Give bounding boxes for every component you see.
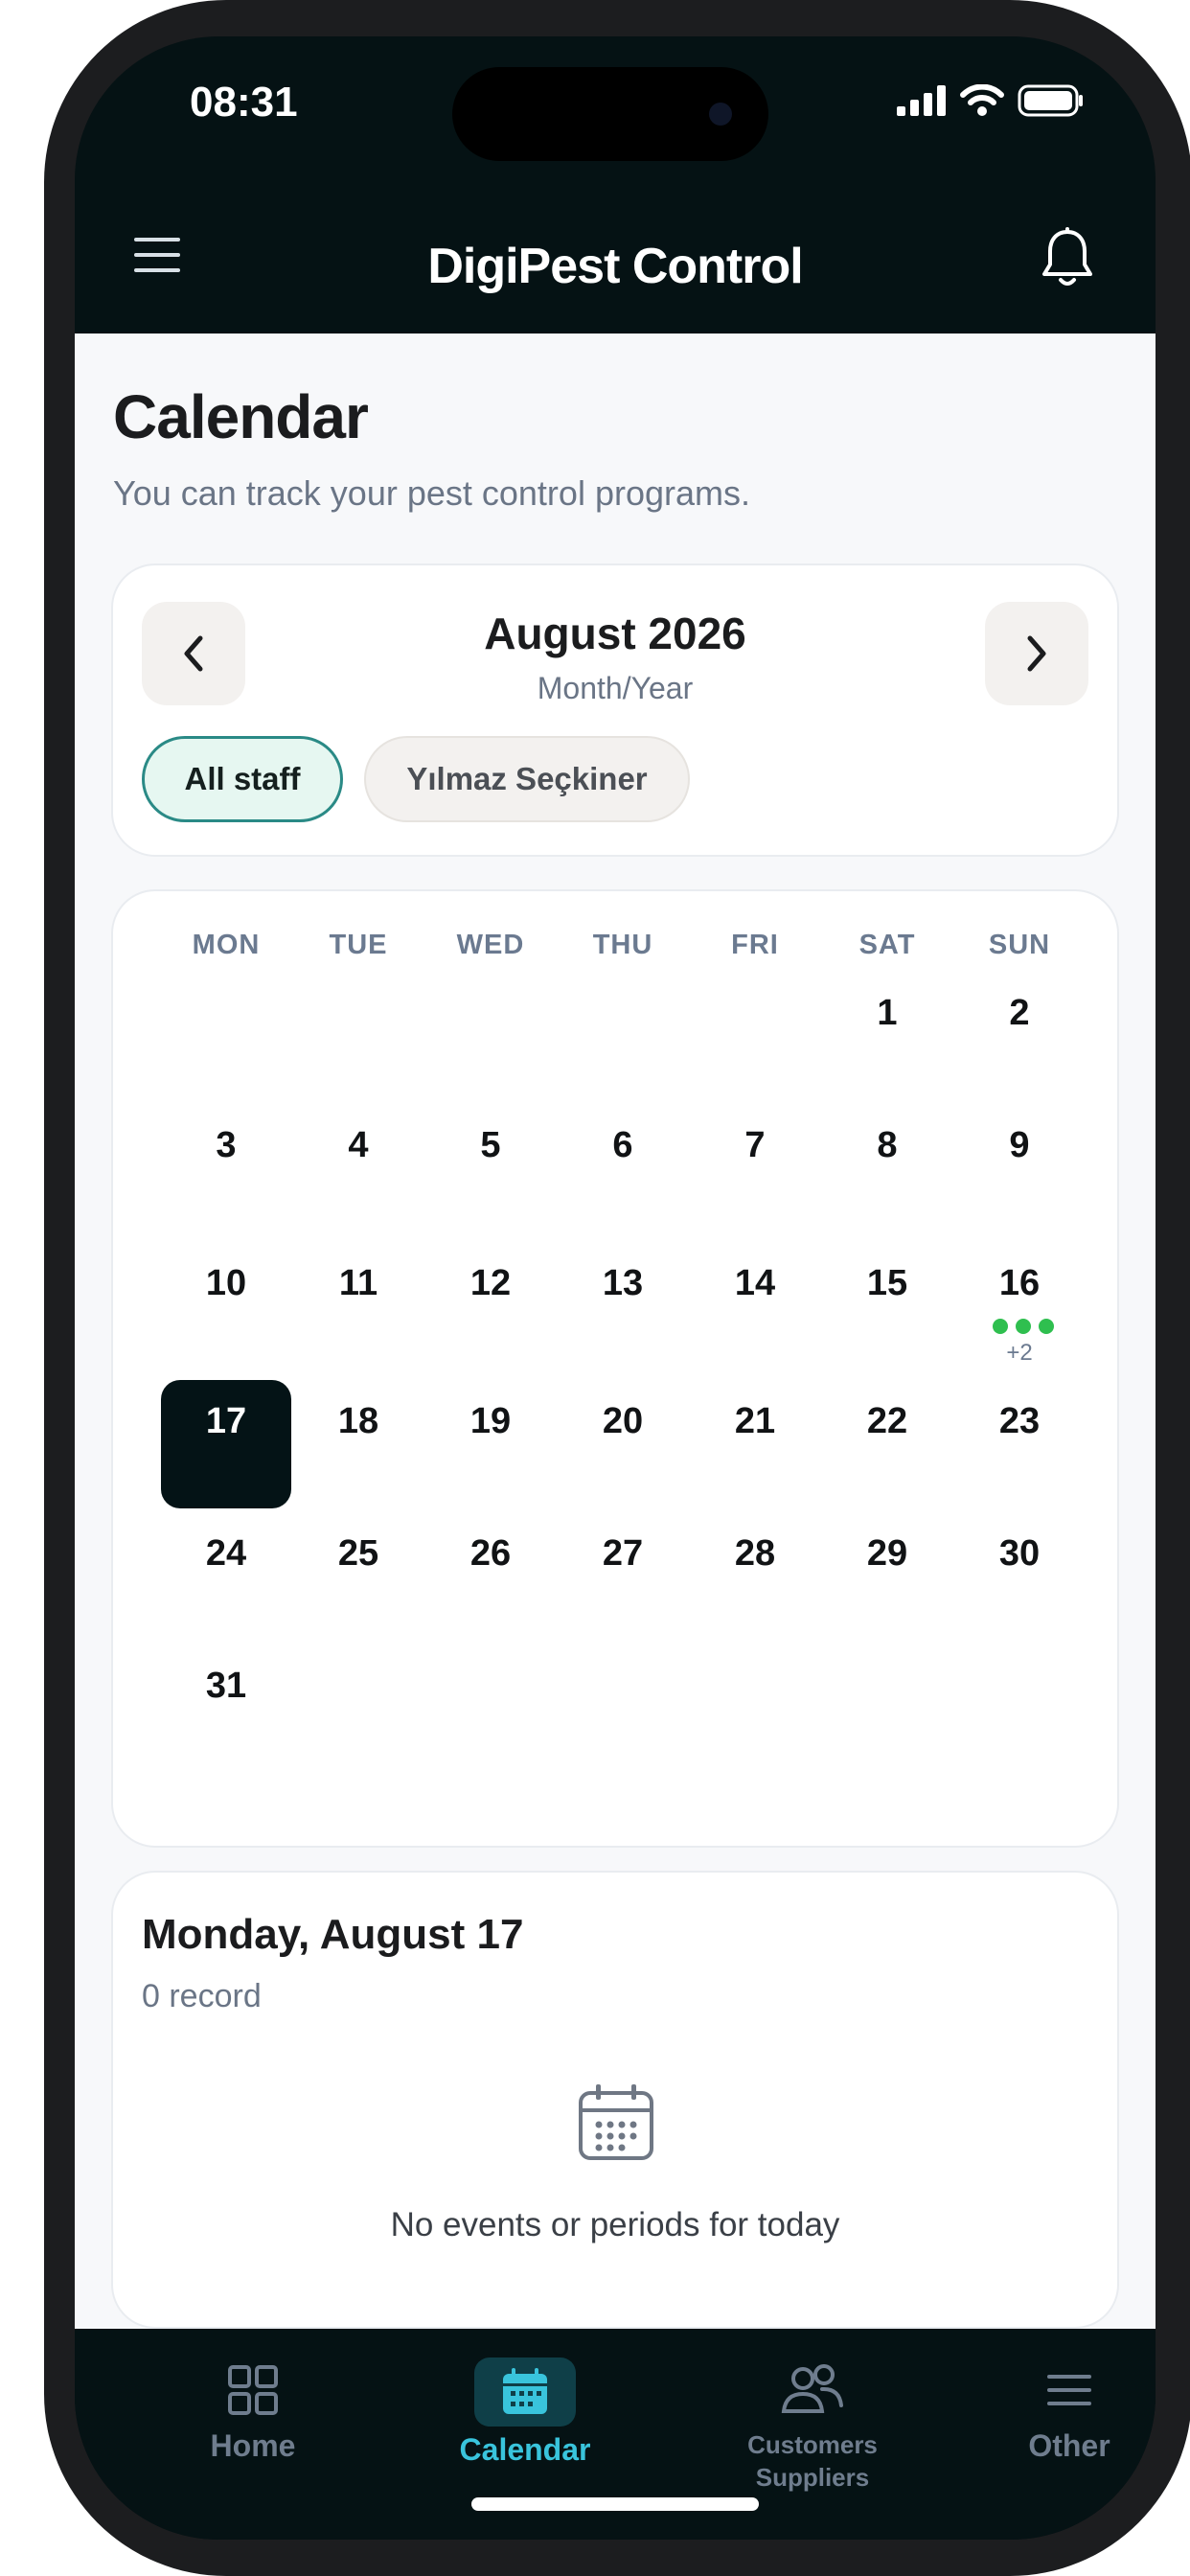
calendar-day[interactable]: 31: [161, 1666, 291, 1707]
calendar-day[interactable]: 24: [161, 1533, 291, 1575]
calendar-icon: [579, 2084, 653, 2160]
month-sublabel: Month/Year: [537, 671, 694, 705]
next-month-button[interactable]: [985, 602, 1088, 705]
calendar-day[interactable]: 21: [690, 1401, 820, 1442]
selected-day-title: Monday, August 17: [142, 1911, 524, 1958]
chevron-right-icon: [1027, 635, 1046, 672]
calendar-day[interactable]: 4: [293, 1125, 423, 1166]
status-icons: [897, 84, 1085, 117]
app-header: DigiPest Control: [75, 180, 1156, 334]
app-title: DigiPest Control: [427, 239, 803, 294]
calendar-day[interactable]: 16: [954, 1263, 1085, 1304]
weekday-label: THU: [592, 930, 653, 960]
calendar-day[interactable]: 5: [425, 1125, 556, 1166]
tab-home-label: Home: [210, 2428, 296, 2463]
calendar-day[interactable]: 2: [954, 993, 1085, 1034]
weekday-label: MON: [192, 930, 261, 960]
record-count: 0 record: [142, 1978, 262, 2014]
tab-customers-label-line1: Customers: [747, 2430, 878, 2459]
filter-chip-all-staff[interactable]: All staff: [142, 736, 343, 822]
weekday-label: WED: [456, 930, 525, 960]
grid-icon: [218, 2358, 287, 2423]
bottom-tab-bar: Home Calendar Customers Suppliers Other: [75, 2329, 1156, 2540]
filter-chip-staff-member[interactable]: Yılmaz Seçkiner: [364, 736, 690, 822]
battery-icon: [1018, 84, 1083, 117]
tab-calendar[interactable]: Calendar: [429, 2358, 621, 2468]
main-content: Calendar You can track your pest control…: [75, 334, 1156, 2329]
calendar-day[interactable]: 7: [690, 1125, 820, 1166]
signal-icon: [897, 85, 946, 116]
calendar-day-selected[interactable]: 17: [161, 1380, 291, 1508]
calendar-day[interactable]: 22: [822, 1401, 952, 1442]
event-indicator-dots: [993, 1319, 1054, 1334]
tab-home[interactable]: Home: [157, 2358, 349, 2464]
calendar-day[interactable]: 23: [954, 1401, 1085, 1442]
calendar-day[interactable]: 13: [558, 1263, 688, 1304]
home-indicator[interactable]: [471, 2497, 759, 2511]
tab-suppliers-label-line2: Suppliers: [755, 2463, 870, 2492]
weekday-label: SUN: [988, 930, 1051, 960]
calendar-day[interactable]: 26: [425, 1533, 556, 1575]
calendar-day[interactable]: 1: [822, 993, 952, 1034]
tab-customers-suppliers[interactable]: Customers Suppliers: [698, 2358, 927, 2494]
wifi-icon: [960, 84, 1004, 116]
tab-other[interactable]: Other: [973, 2358, 1156, 2464]
day-detail-card: Monday, August 17 0 record No events or …: [111, 1871, 1119, 2329]
month-label[interactable]: August 2026: [113, 608, 1117, 659]
calendar-day[interactable]: 20: [558, 1401, 688, 1442]
bell-icon[interactable]: [1039, 226, 1096, 289]
phone-screen: 08:31 DigiPest Control Calendar You can …: [75, 36, 1156, 2540]
calendar-grid-card: MON TUE WED THU FRI SAT SUN 1 2 3 4 5 6 7 8 9 10 11 12 13 1…: [111, 889, 1119, 1848]
weekday-label: FRI: [731, 930, 779, 960]
weekday-label: SAT: [858, 930, 916, 960]
calendar-day[interactable]: 19: [425, 1401, 556, 1442]
calendar-day[interactable]: 18: [293, 1401, 423, 1442]
calendar-day[interactable]: 28: [690, 1533, 820, 1575]
event-dot: [1039, 1319, 1054, 1334]
calendar-day[interactable]: 29: [822, 1533, 952, 1575]
calendar-day[interactable]: 6: [558, 1125, 688, 1166]
page-subtitle: You can track your pest control programs…: [113, 473, 750, 513]
event-dot: [1016, 1319, 1031, 1334]
tab-other-label: Other: [1028, 2428, 1110, 2463]
calendar-icon: [474, 2358, 576, 2426]
weekday-label: TUE: [329, 930, 388, 960]
empty-state-text: No events or periods for today: [390, 2206, 840, 2243]
calendar-day[interactable]: 3: [161, 1125, 291, 1166]
people-icon: [778, 2358, 847, 2423]
calendar-day[interactable]: 30: [954, 1533, 1085, 1575]
calendar-day[interactable]: 9: [954, 1125, 1085, 1166]
tab-calendar-label: Calendar: [459, 2432, 591, 2467]
status-bar: 08:31: [75, 36, 1156, 180]
calendar-day[interactable]: 15: [822, 1263, 952, 1304]
calendar-day[interactable]: 11: [293, 1263, 423, 1304]
calendar-day[interactable]: 8: [822, 1125, 952, 1166]
event-more-count: +2: [1006, 1340, 1033, 1366]
dynamic-island: [452, 67, 768, 161]
page-title: Calendar: [113, 382, 369, 451]
event-dot: [993, 1319, 1008, 1334]
calendar-day[interactable]: 27: [558, 1533, 688, 1575]
status-time: 08:31: [190, 79, 298, 126]
calendar-day[interactable]: 10: [161, 1263, 291, 1304]
calendar-day[interactable]: 12: [425, 1263, 556, 1304]
calendar-day[interactable]: 25: [293, 1533, 423, 1575]
month-picker-card: August 2026 Month/Year All staff Yılmaz …: [111, 564, 1119, 857]
menu-icon: [1035, 2358, 1104, 2423]
calendar-day[interactable]: 14: [690, 1263, 820, 1304]
